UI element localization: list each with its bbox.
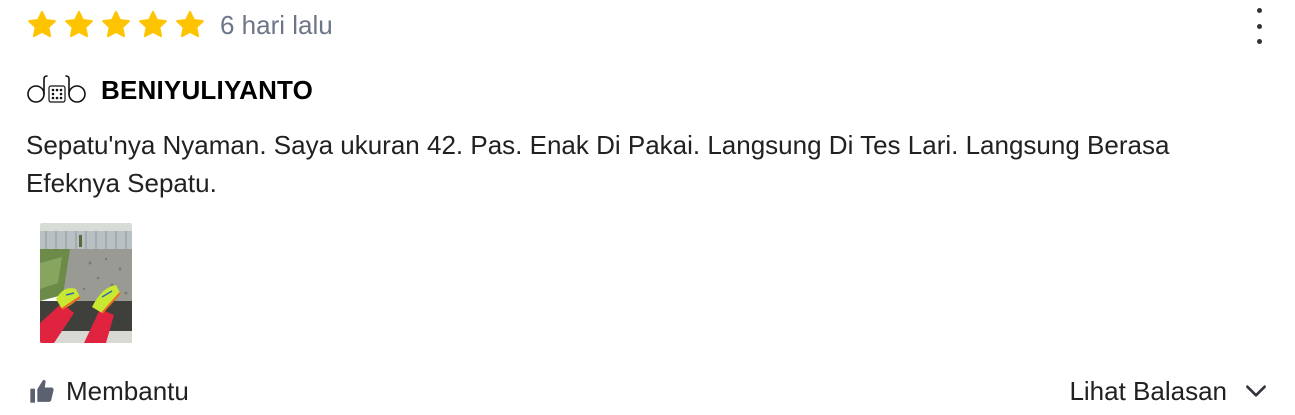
reviewer-name[interactable]: BENIYULIYANTO <box>101 75 313 106</box>
thumbs-up-icon <box>30 380 54 403</box>
star-icon <box>102 10 130 38</box>
rating-row: 6 hari lalu <box>26 8 333 42</box>
star-rating <box>26 9 206 41</box>
reviewer-row: BENIYULIYANTO <box>26 72 313 108</box>
chevron-down-icon <box>1246 385 1266 397</box>
review-timestamp: 6 hari lalu <box>220 10 333 40</box>
helpful-button[interactable]: Membantu <box>28 372 189 410</box>
star-icon <box>176 10 204 38</box>
more-vertical-icon <box>1256 23 1262 29</box>
star-icon <box>65 10 93 38</box>
view-replies-button[interactable]: Lihat Balasan <box>1069 372 1269 410</box>
helpful-label: Membantu <box>66 375 189 406</box>
avatar-logo <box>27 75 86 103</box>
more-options-button[interactable] <box>1249 8 1269 44</box>
view-replies-label: Lihat Balasan <box>1069 375 1227 406</box>
more-vertical-icon <box>1256 8 1262 13</box>
review-photo-thumbnail[interactable] <box>40 223 132 343</box>
star-icon <box>28 10 56 38</box>
more-vertical-icon <box>1256 39 1262 44</box>
review-text: Sepatu'nya Nyaman. Saya ukuran 42. Pas. … <box>26 130 1170 198</box>
star-icon <box>139 10 167 38</box>
review-card: 6 hari lalu BENIYULIYANTO Sepatu'nya Nya… <box>0 0 1295 415</box>
